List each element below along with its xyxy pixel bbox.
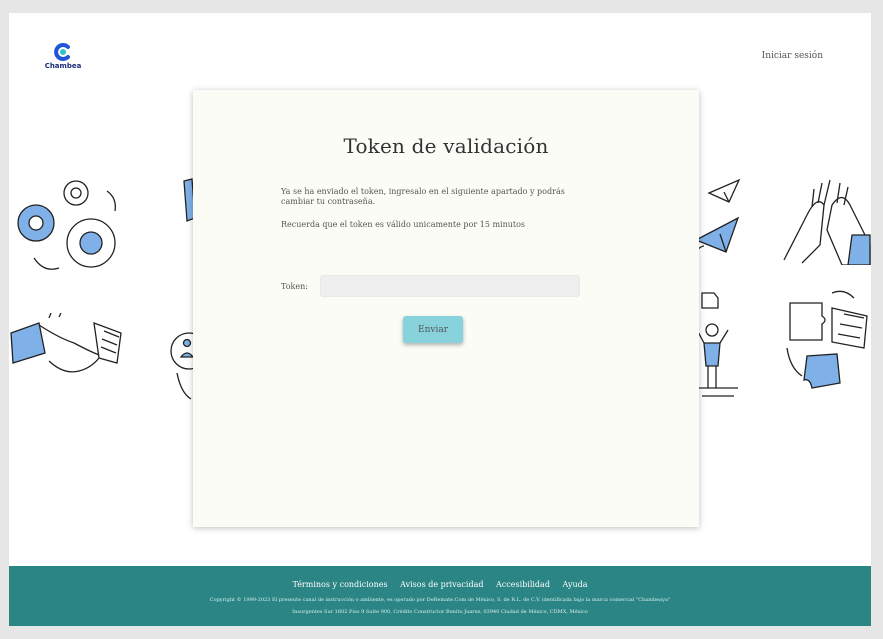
- paper-planes-icon: [694, 178, 741, 255]
- submit-button[interactable]: Enviar: [403, 316, 463, 343]
- chambea-logo[interactable]: Chambea: [43, 43, 83, 73]
- footer: Términos y condiciones Avisos de privaci…: [9, 566, 871, 626]
- token-input[interactable]: [320, 275, 580, 297]
- accessibility-link[interactable]: Accesibilidad: [496, 580, 550, 589]
- token-label: Token:: [281, 282, 308, 291]
- puzzle-icon: [786, 290, 868, 389]
- address-text: Insurgentes Sur 1602 Piso 9 Suite 900, C…: [292, 609, 588, 615]
- page-title: Token de validación: [343, 134, 549, 158]
- gears-icon: [17, 180, 116, 270]
- privacy-link[interactable]: Avisos de privacidad: [400, 580, 483, 589]
- copyright-text: Copyright © 1999-2023 El presente canal …: [209, 597, 671, 603]
- logo-icon: [54, 43, 70, 61]
- help-link[interactable]: Ayuda: [563, 580, 588, 589]
- login-link[interactable]: Iniciar sesión: [762, 51, 823, 61]
- token-sent-message: Ya se ha enviado el token, ingresalo en …: [281, 187, 565, 206]
- token-card: Token de validación Ya se ha enviado el …: [193, 90, 699, 527]
- page: Chambea Iniciar sesión Token de validaci…: [9, 13, 871, 626]
- high-five-icon: [783, 179, 871, 265]
- footer-links: Términos y condiciones Avisos de privaci…: [9, 580, 871, 589]
- logo-text: Chambea: [44, 62, 82, 70]
- token-validity-message: Recuerda que el token es válido unicamen…: [281, 220, 526, 229]
- handshake-icon: [10, 313, 122, 373]
- terms-link[interactable]: Términos y condiciones: [292, 580, 387, 589]
- person-celebrating-icon: [694, 292, 738, 397]
- header: Chambea Iniciar sesión: [9, 13, 871, 83]
